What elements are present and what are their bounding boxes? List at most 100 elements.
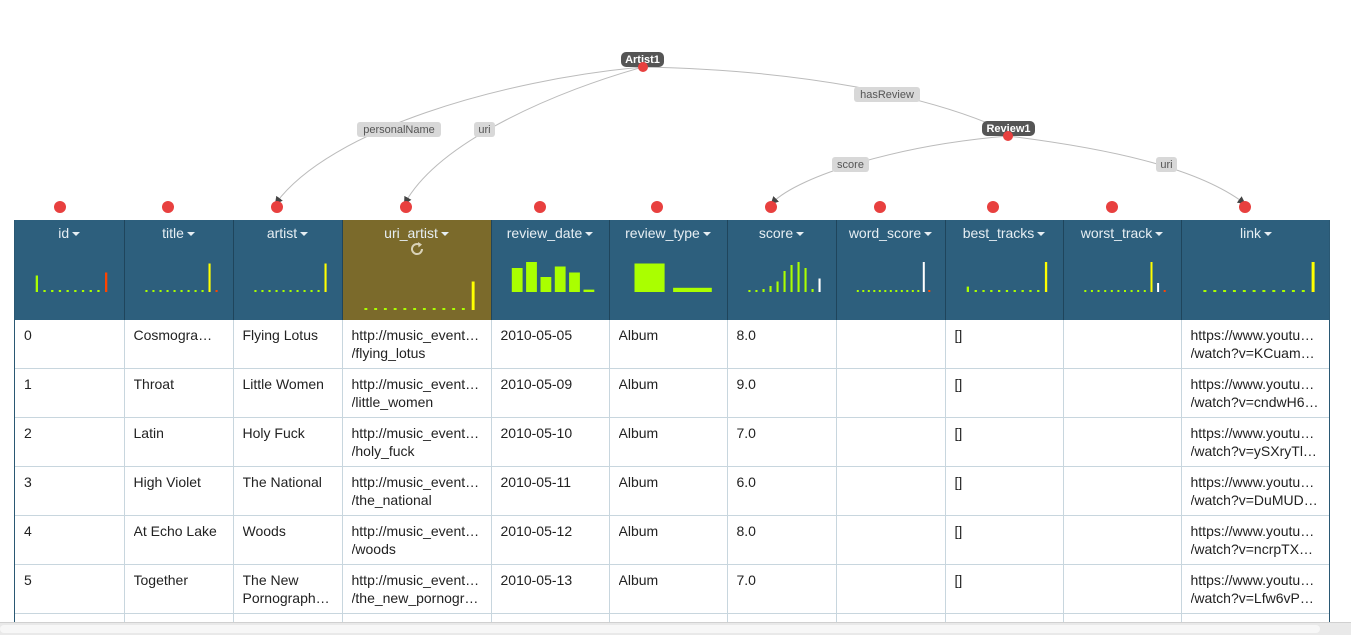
histogram-bar[interactable] — [1271, 290, 1275, 292]
chevron-down-icon[interactable] — [1037, 232, 1046, 237]
histogram-bar[interactable] — [471, 281, 475, 311]
column-header-label[interactable]: review_date — [507, 225, 583, 241]
column-header-label[interactable]: uri_artist — [384, 225, 438, 241]
histogram-bar[interactable] — [97, 290, 100, 292]
histogram-bar[interactable] — [310, 290, 313, 292]
cell-worst-track[interactable] — [1063, 613, 1182, 622]
cell-id[interactable]: 5 — [15, 564, 125, 614]
histogram-bar[interactable] — [159, 290, 162, 292]
cell-best-tracks[interactable]: [] — [945, 564, 1064, 614]
link-label-personalName[interactable]: personalName — [357, 122, 441, 137]
cell-score[interactable]: 8.0 — [727, 515, 837, 565]
histogram-bar[interactable] — [966, 286, 969, 292]
chevron-down-icon[interactable] — [1264, 232, 1272, 237]
histogram-bar[interactable] — [818, 278, 821, 293]
histogram-bar[interactable] — [1044, 262, 1047, 292]
cell-title[interactable]: High Violet — [124, 466, 234, 516]
table-row[interactable]: 0 Cosmogra… Flying Lotus http://music_event… — [15, 320, 1329, 369]
cell-review-type[interactable]: Album — [609, 417, 728, 467]
column-node-title[interactable] — [162, 201, 174, 213]
cell-artist[interactable]: Woods — [233, 515, 343, 565]
histogram-bar[interactable] — [1163, 290, 1166, 292]
cell-review-date[interactable]: 2010-05-09 — [491, 368, 610, 418]
histogram-bar[interactable] — [762, 289, 765, 292]
cell-title[interactable]: At Echo Lake — [124, 515, 234, 565]
histogram-bar[interactable] — [1242, 290, 1246, 292]
histogram-bar[interactable] — [878, 290, 881, 292]
cell-best-tracks[interactable]: [] — [945, 320, 1064, 369]
cell-review-type[interactable]: Album — [609, 515, 728, 565]
cell-title[interactable]: Throat — [124, 368, 234, 418]
cell-best-tracks[interactable]: [] — [945, 466, 1064, 516]
table-row[interactable]: 2 Latin Holy Fuck http://music_event… /holy_… — [15, 417, 1329, 467]
cell-review-date[interactable]: 2010-05-05 — [491, 320, 610, 369]
table-row[interactable]: 3 High Violet The National http://music_eve… — [15, 466, 1329, 516]
column-node-artist[interactable] — [271, 201, 283, 213]
histogram-bar[interactable] — [296, 290, 299, 292]
histogram-bar[interactable] — [105, 272, 108, 293]
histogram-bar[interactable] — [1202, 290, 1206, 292]
cell-id[interactable]: 2 — [15, 417, 125, 467]
histogram-bar[interactable] — [260, 290, 263, 292]
histogram-bar[interactable] — [201, 290, 204, 292]
histogram-bar[interactable] — [1083, 290, 1086, 292]
cell-artist[interactable]: The National — [233, 466, 343, 516]
cell-word-score[interactable] — [836, 613, 946, 622]
histogram-bar[interactable] — [872, 290, 875, 292]
cell-best-tracks[interactable]: [] — [945, 613, 1064, 622]
column-header-link[interactable]: link — [1181, 220, 1329, 320]
cell-review-date[interactable]: 2010-05-10 — [491, 417, 610, 467]
histogram-bar[interactable] — [776, 281, 779, 293]
histogram-bar[interactable] — [412, 308, 416, 310]
histogram-bar[interactable] — [1281, 290, 1285, 292]
histogram-bar[interactable] — [900, 290, 903, 292]
histogram-bar[interactable] — [568, 272, 580, 293]
histogram-bar[interactable] — [81, 290, 85, 292]
column-header-label[interactable]: word_score — [849, 225, 921, 241]
histogram-bar[interactable] — [1222, 290, 1226, 292]
chevron-down-icon[interactable] — [186, 232, 195, 237]
column-header-id[interactable]: id — [15, 220, 125, 320]
column-header-uri-artist[interactable]: uri_artist — [342, 220, 492, 320]
chevron-down-icon[interactable] — [702, 232, 711, 237]
column-node-uri-artist[interactable] — [400, 201, 412, 213]
class-node-artist1-dot[interactable] — [638, 62, 648, 72]
cell-score[interactable]: 6.0 — [727, 466, 837, 516]
histogram-bar[interactable] — [1150, 262, 1152, 292]
histogram-bar[interactable] — [981, 290, 985, 292]
histogram-bar[interactable] — [275, 290, 278, 292]
cell-review-date[interactable]: 2010-05-12 — [491, 515, 610, 565]
cell-title[interactable]: Latin — [124, 417, 234, 467]
column-header-review-type[interactable]: review_type — [609, 220, 728, 320]
histogram-bar[interactable] — [58, 290, 62, 292]
histogram-bar[interactable] — [911, 290, 914, 292]
histogram-bar[interactable] — [303, 290, 306, 292]
histogram-bar[interactable] — [889, 290, 892, 292]
column-node-best-tracks[interactable] — [987, 201, 999, 213]
cell-worst-track[interactable] — [1063, 320, 1182, 369]
refresh-icon[interactable] — [409, 241, 425, 257]
histogram-bar[interactable] — [144, 290, 147, 292]
cell-link[interactable]: https://www.youtu… /watch?v=ySXryTl… — [1181, 417, 1329, 467]
column-node-worst-track[interactable] — [1106, 201, 1118, 213]
histogram-bar[interactable] — [1116, 290, 1119, 292]
cell-score[interactable]: 9.0 — [727, 368, 837, 418]
cell-link[interactable]: https://www.youtu… /watch?v=ncrpTX… — [1181, 515, 1329, 565]
histogram-bar[interactable] — [173, 290, 176, 292]
histogram-bar[interactable] — [922, 262, 925, 292]
chevron-down-icon[interactable] — [440, 232, 449, 237]
cell-score[interactable]: 7.0 — [727, 564, 837, 614]
cell-uri-artist[interactable]: http://music_event… /little_women — [342, 368, 492, 418]
cell-review-date[interactable]: 2010-05-16 — [491, 613, 610, 622]
histogram-bar[interactable] — [432, 308, 436, 310]
histogram-bar[interactable] — [402, 308, 406, 310]
cell-worst-track[interactable] — [1063, 368, 1182, 418]
histogram-bar[interactable] — [1123, 290, 1126, 292]
histogram-bar[interactable] — [769, 286, 772, 292]
histogram-bar[interactable] — [511, 268, 523, 292]
histogram-bar[interactable] — [180, 290, 183, 292]
histogram-bar[interactable] — [1291, 290, 1295, 292]
histogram-bar[interactable] — [554, 266, 566, 293]
histogram-bar[interactable] — [1232, 290, 1236, 292]
cell-link[interactable]: https://www.youtu…/watch?v=ZWM… — [1181, 613, 1329, 622]
